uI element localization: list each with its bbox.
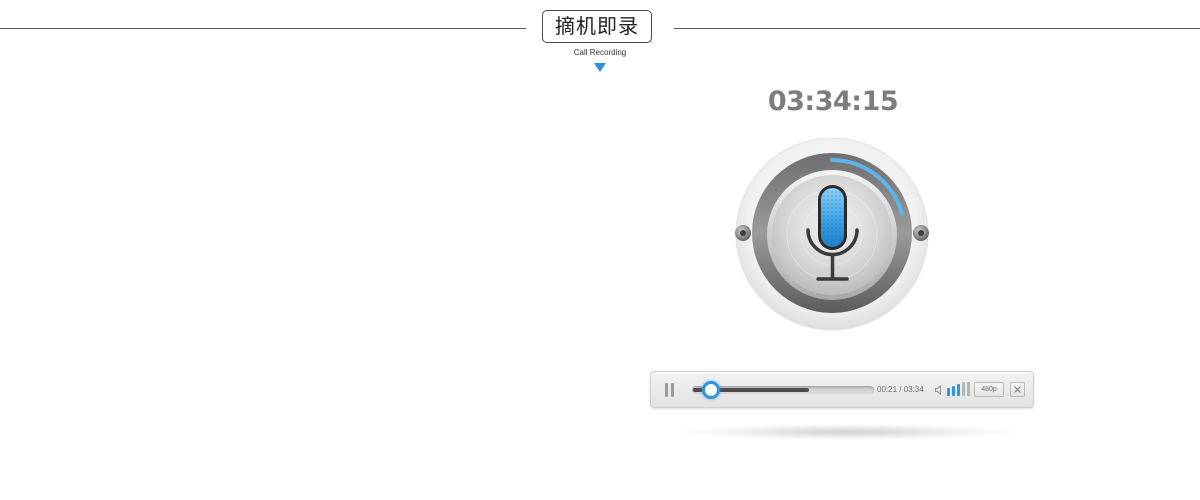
close-icon (1014, 386, 1021, 393)
pointer-down-icon (594, 63, 606, 72)
section-title: 摘机即录 (542, 10, 652, 43)
volume-level-bar[interactable] (947, 388, 950, 396)
quality-selector[interactable]: 480p (974, 382, 1004, 397)
playback-time: 00:21 / 03:34 (877, 385, 924, 394)
seek-bar[interactable] (692, 381, 874, 399)
volume-level-bar[interactable] (962, 382, 965, 396)
volume-level-bar[interactable] (967, 382, 970, 396)
audio-player: 00:21 / 03:34 480p (650, 371, 1034, 408)
player-shadow (680, 424, 1016, 440)
header-divider-right (674, 28, 1200, 29)
volume-level-bar[interactable] (952, 386, 955, 396)
close-button[interactable] (1010, 382, 1025, 397)
record-button[interactable] (726, 134, 938, 344)
pause-icon[interactable] (664, 383, 676, 397)
section-subtitle: Call Recording (573, 48, 627, 57)
seek-thumb[interactable] (702, 381, 721, 399)
volume-control[interactable] (935, 382, 971, 398)
recording-timer: 03:34:15 (767, 86, 899, 117)
volume-level-bar[interactable] (957, 384, 960, 396)
speaker-icon (935, 385, 941, 395)
header-divider-left (0, 28, 526, 29)
microphone-icon (735, 137, 929, 331)
